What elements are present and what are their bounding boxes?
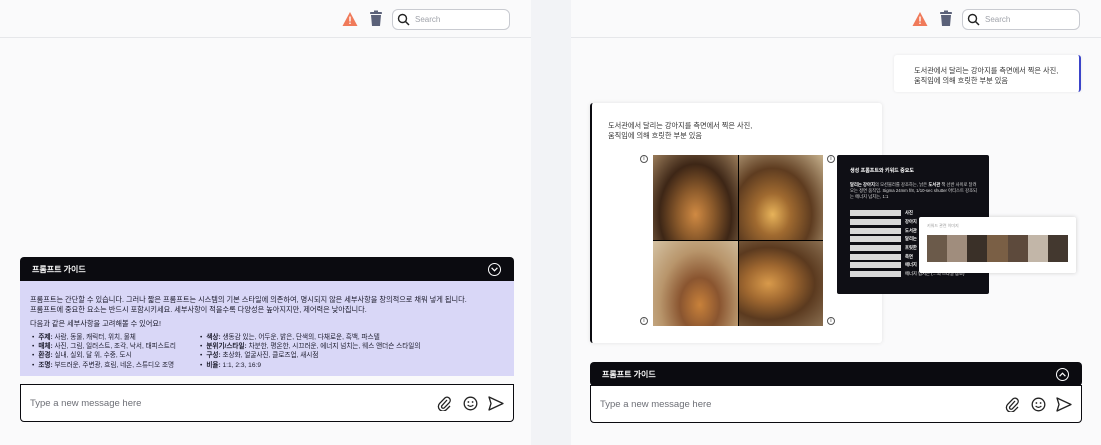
tooltip-description: 달리는 강아지의 모션블러를 강조하는, 낡은 도서관 책 선반 사이로 달려오…	[850, 182, 977, 199]
related-image[interactable]	[947, 235, 968, 262]
bot-message-text: 도서관에서 달리는 강아지를 측면에서 찍은 사진, 움직임에 의해 흐릿한 부…	[608, 121, 752, 140]
send-icon[interactable]	[1055, 395, 1073, 413]
generated-image-4[interactable]	[738, 241, 823, 326]
list-item: 분위기/스타일: 차분한, 평온한, 시끄러운, 에너지 넘치는, 웨스 앤더슨…	[198, 342, 420, 351]
list-item: 구성: 초상화, 얼굴사진, 클로즈업, 새시점	[198, 351, 366, 360]
related-image[interactable]	[1007, 235, 1028, 262]
related-image[interactable]	[1027, 235, 1048, 262]
keyword-related-images-popover: 키워드 관련 이미지	[919, 217, 1076, 273]
bot-message-line1: 도서관에서 달리는 강아지를 측면에서 찍은 사진,	[608, 121, 753, 130]
guide-consider: 다음과 같은 세부사항을 고려해볼 수 있어요!	[30, 319, 162, 328]
search-input[interactable]	[985, 15, 1075, 24]
list-item: 환경: 실내, 실외, 달 위, 수중, 도시	[30, 351, 198, 360]
search-icon	[397, 13, 410, 26]
app-root: 프롬프트 가이드 프롬프트는 간단할 수 있습니다. 그러나 짧은 프롬프트는 …	[0, 0, 1101, 445]
prompt-guide-body: 프롬프트는 간단할 수 있습니다. 그러나 짧은 프롬프트는 시스템의 기본 스…	[20, 281, 514, 377]
warning-icon[interactable]	[342, 11, 358, 27]
prompt-guide-collapsed: 프롬프트 가이드	[590, 362, 1082, 386]
emoji-icon[interactable]	[1029, 395, 1047, 413]
list-item: 매체: 사진, 그림, 일러스트, 조각, 낙서, 태피스트리	[30, 342, 198, 351]
prompt-guide-header[interactable]: 프롬프트 가이드	[590, 362, 1082, 386]
prompt-guide-header[interactable]: 프롬프트 가이드	[20, 257, 514, 281]
chevron-up-icon[interactable]	[1056, 367, 1069, 381]
bot-message-line2: 움직임에 의해 흐릿한 부분 있음	[608, 130, 702, 140]
prompt-guide-title: 프롬프트 가이드	[32, 264, 86, 274]
attach-icon[interactable]	[435, 394, 453, 412]
warning-icon[interactable]	[912, 11, 928, 27]
related-image-strip	[927, 235, 1068, 262]
guide-list-right: 색상: 생동감 있는, 어두운, 밝은, 단색의, 다채로운, 흑백, 파스텔 …	[198, 333, 420, 371]
related-image[interactable]	[927, 235, 948, 262]
user-message: 도서관에서 달리는 강아지를 측면에서 찍은 사진, 움직임에 의해 흐릿한 부…	[894, 55, 1081, 92]
search-input[interactable]	[415, 15, 505, 24]
trash-icon[interactable]	[369, 10, 383, 27]
guide-list-left: 주제: 사람, 동물, 캐릭터, 위치, 물체 매체: 사진, 그림, 일러스트…	[30, 333, 198, 371]
guide-intro-1: 프롬프트는 간단할 수 있습니다. 그러나 짧은 프롬프트는 시스템의 기본 스…	[30, 295, 467, 304]
guide-intro-2: 프롬프트에 중요한 요소는 반드시 포함시키세요. 세부사항이 적을수록 다양성…	[30, 304, 367, 314]
related-image[interactable]	[1047, 235, 1068, 262]
emoji-icon[interactable]	[461, 394, 479, 412]
search-box[interactable]	[392, 9, 510, 30]
prompt-guide-expanded: 프롬프트 가이드 프롬프트는 간단할 수 있습니다. 그러나 짧은 프롬프트는 …	[20, 257, 514, 377]
related-image[interactable]	[987, 235, 1008, 262]
trash-icon[interactable]	[939, 10, 953, 27]
info-icon[interactable]: i	[640, 317, 648, 325]
prompt-guide-title: 프롬프트 가이드	[602, 369, 656, 379]
user-message-line1: 도서관에서 달리는 강아지를 측면에서 찍은 사진,	[914, 66, 1059, 75]
message-composer	[590, 385, 1082, 423]
list-item: 주제: 사람, 동물, 캐릭터, 위치, 물체	[30, 333, 198, 342]
info-icon[interactable]: i	[640, 155, 648, 163]
generated-image-3[interactable]	[653, 241, 738, 326]
chat-panel-left: 프롬프트 가이드 프롬프트는 간단할 수 있습니다. 그러나 짧은 프롬프트는 …	[0, 0, 531, 445]
search-icon	[967, 13, 980, 26]
popover-title: 키워드 관련 이미지	[927, 223, 959, 228]
send-icon[interactable]	[487, 394, 505, 412]
message-input[interactable]	[600, 398, 995, 410]
search-box[interactable]	[962, 9, 1080, 30]
top-bar	[571, 0, 1101, 38]
list-item: 조명: 부드러운, 주변광, 흐림, 네온, 스튜디오 조명	[30, 361, 198, 370]
top-bar	[0, 0, 531, 38]
message-input[interactable]	[30, 397, 427, 409]
generated-image-2[interactable]	[738, 155, 823, 240]
generated-image-grid	[653, 155, 823, 326]
generated-image-1[interactable]	[653, 155, 738, 240]
list-item: 색상: 생동감 있는, 어두운, 밝은, 단색의, 다채로운, 흑백, 파스텔	[198, 333, 379, 342]
chevron-down-icon[interactable]	[488, 262, 501, 276]
message-composer	[20, 384, 514, 422]
related-image[interactable]	[967, 235, 988, 262]
info-icon[interactable]: i	[827, 317, 835, 325]
list-item: 비율: 1:1, 2:3, 16:9	[198, 361, 366, 370]
tooltip-title: 생성 프롬프트와 키워드 중요도	[850, 168, 914, 174]
chat-panel-right: 도서관에서 달리는 강아지를 측면에서 찍은 사진, 움직임에 의해 흐릿한 부…	[571, 0, 1101, 445]
info-icon[interactable]: i	[827, 155, 835, 163]
attach-icon[interactable]	[1003, 395, 1021, 413]
user-message-line2: 움직임에 의해 흐릿한 부분 있음	[914, 75, 1008, 85]
